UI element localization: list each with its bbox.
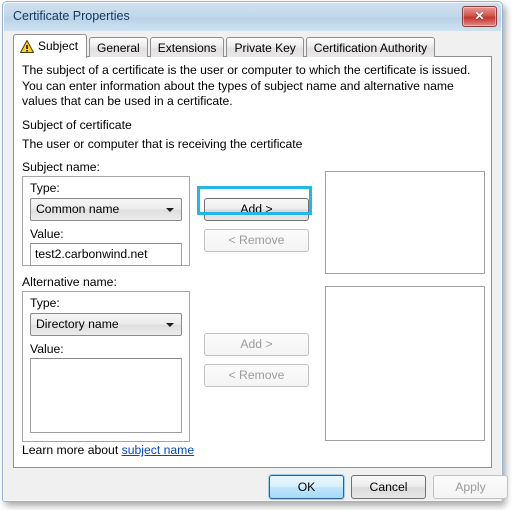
learn-more-prefix: Learn more about [22, 443, 122, 457]
subject-value-label: Value: [30, 227, 64, 241]
chevron-down-icon [166, 323, 174, 327]
subject-add-button[interactable]: Add > [204, 198, 309, 221]
title-bar: Certificate Properties ✕ [4, 3, 501, 31]
subject-name-listbox[interactable] [325, 171, 485, 274]
tab-label: Extensions [157, 40, 217, 55]
alternative-type-label: Type: [30, 296, 60, 310]
tab-strip: Subject General Extensions Private Key C… [13, 34, 437, 58]
alternative-value-input[interactable] [30, 358, 182, 433]
section-title: Subject of certificate [22, 118, 132, 132]
window-title: Certificate Properties [13, 9, 130, 23]
warning-triangle-icon [20, 39, 34, 53]
alternative-value-label: Value: [30, 342, 64, 356]
learn-more-text: Learn more about subject name [22, 443, 194, 457]
tab-general[interactable]: General [89, 37, 148, 57]
subject-type-label: Type: [30, 181, 60, 195]
tab-label: Certification Authority [313, 40, 428, 55]
apply-button: Apply [433, 475, 508, 499]
chevron-down-icon [166, 208, 174, 212]
tab-certification-authority[interactable]: Certification Authority [305, 37, 436, 57]
tab-label: Subject [38, 39, 79, 53]
alternative-type-combobox[interactable]: Directory name [30, 313, 182, 336]
page-description: The subject of a certificate is the user… [22, 63, 471, 108]
tab-extensions[interactable]: Extensions [149, 37, 225, 57]
certificate-properties-window: Certificate Properties ✕ Subject General [2, 1, 508, 502]
tab-label: Private Key [234, 40, 296, 55]
subject-tab-page: The subject of a certificate is the user… [13, 56, 492, 468]
cancel-button[interactable]: Cancel [351, 475, 426, 499]
alternative-add-button: Add > [204, 333, 309, 356]
tab-subject[interactable]: Subject [13, 34, 88, 58]
subject-value-text: test2.carbonwind.net [35, 247, 148, 261]
close-button[interactable]: ✕ [462, 6, 497, 27]
close-icon: ✕ [474, 9, 485, 23]
subject-name-group-label: Subject name: [22, 160, 100, 174]
alternative-type-value: Directory name [36, 317, 119, 331]
subject-type-combobox[interactable]: Common name [30, 198, 182, 221]
alternative-name-listbox[interactable] [325, 286, 485, 441]
ok-button[interactable]: OK [269, 475, 344, 499]
section-subtitle: The user or computer that is receiving t… [22, 137, 303, 151]
alternative-remove-button: < Remove [204, 364, 309, 387]
subject-type-value: Common name [36, 202, 120, 216]
tab-private-key[interactable]: Private Key [226, 37, 304, 57]
subject-remove-button: < Remove [204, 229, 309, 252]
dialog-client-area: Subject General Extensions Private Key C… [4, 31, 508, 500]
tab-label: General [97, 40, 140, 55]
alternative-name-group-label: Alternative name: [22, 275, 117, 289]
subject-name-link[interactable]: subject name [122, 443, 195, 457]
subject-value-input[interactable]: test2.carbonwind.net [30, 243, 182, 266]
